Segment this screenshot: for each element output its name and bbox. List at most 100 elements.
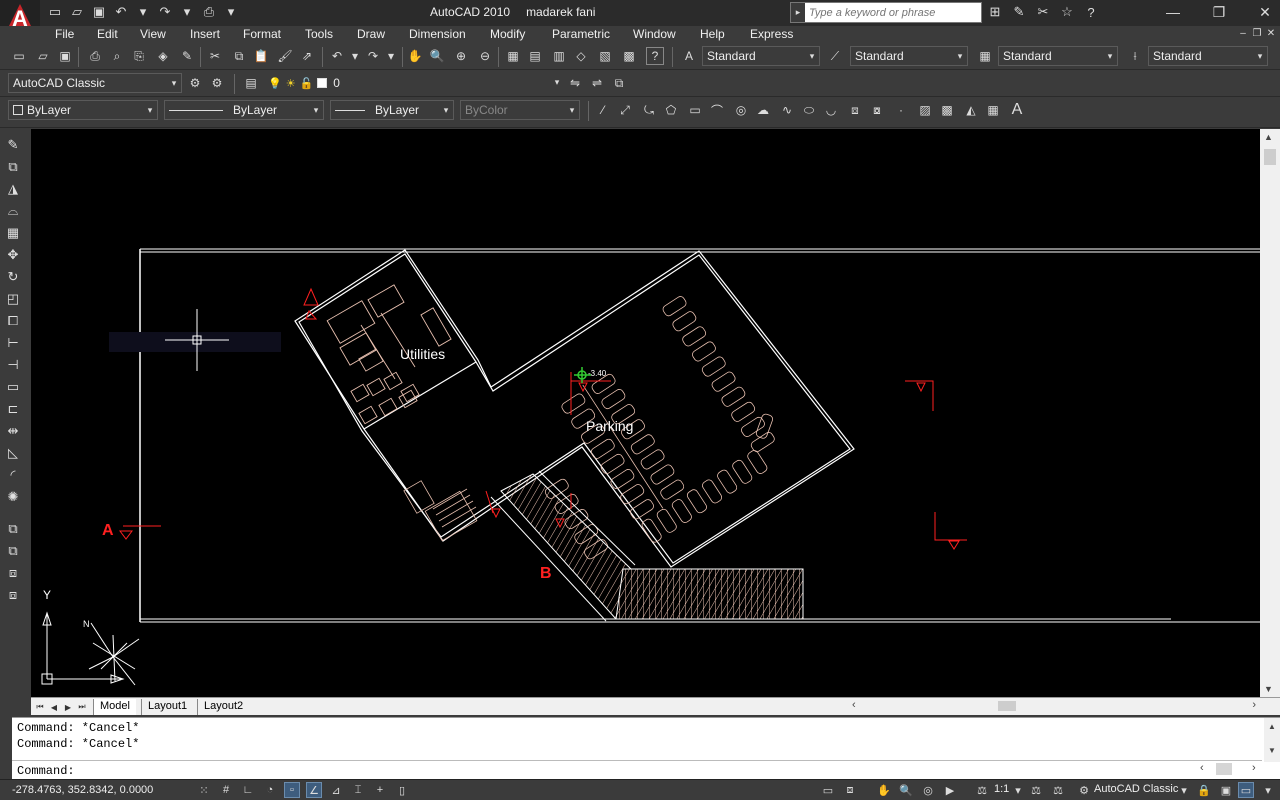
send-under-icon[interactable]: ⧈ bbox=[4, 586, 22, 604]
workspace-dropdown-icon[interactable]: ▾ bbox=[1176, 782, 1192, 798]
tab-layout1[interactable]: Layout1 bbox=[141, 699, 193, 715]
doc-close-icon[interactable]: ✕ bbox=[1266, 27, 1276, 39]
extend-icon[interactable]: ⊣ bbox=[4, 356, 22, 374]
steering-wheel-icon[interactable]: ◎ bbox=[920, 782, 936, 798]
region-icon[interactable]: ◭ bbox=[962, 101, 980, 119]
annotation-scale-value[interactable]: 1:1 bbox=[994, 783, 1009, 795]
rotate-icon[interactable]: ↻ bbox=[4, 268, 22, 286]
search-input[interactable] bbox=[805, 3, 981, 22]
scale-icon[interactable]: ◰ bbox=[4, 290, 22, 308]
scroll-up-icon[interactable]: ▲ bbox=[1264, 132, 1273, 142]
mirror-icon[interactable]: ◮ bbox=[4, 180, 22, 198]
save-icon[interactable]: ▣ bbox=[90, 3, 108, 21]
undo-icon[interactable]: ↶ bbox=[328, 47, 346, 65]
vertical-scrollbar[interactable]: ▲ ▼ bbox=[1260, 129, 1280, 697]
menu-edit[interactable]: Edit bbox=[97, 27, 118, 41]
zoom-window-icon[interactable]: ⊕ bbox=[452, 47, 470, 65]
binoculars-icon[interactable]: ⊞ bbox=[986, 3, 1004, 21]
undo-list-icon[interactable]: ▾ bbox=[346, 47, 364, 65]
menu-file[interactable]: File bbox=[55, 27, 74, 41]
ellipse-icon[interactable]: ⬭ bbox=[800, 101, 818, 119]
open-icon[interactable]: ▱ bbox=[34, 47, 52, 65]
erase-icon[interactable]: ✎ bbox=[4, 136, 22, 154]
search-expand-icon[interactable]: ▸ bbox=[791, 3, 805, 22]
new-file-icon[interactable]: ▭ bbox=[46, 3, 64, 21]
publish-icon[interactable]: ⎘ bbox=[130, 47, 148, 65]
gradient-icon[interactable]: ▩ bbox=[938, 101, 956, 119]
insert-block-icon[interactable]: ⧈ bbox=[846, 101, 864, 119]
lineweight-select[interactable]: ByLayer ▾ bbox=[330, 100, 454, 120]
break-at-point-icon[interactable]: ▭ bbox=[4, 378, 22, 396]
subscription-icon[interactable]: ✎ bbox=[1010, 3, 1028, 21]
menu-draw[interactable]: Draw bbox=[357, 27, 385, 41]
command-input[interactable] bbox=[88, 764, 1198, 778]
multileader-style-select[interactable]: Standard ▾ bbox=[1148, 46, 1268, 66]
horizontal-scrollbar[interactable]: ‹ › bbox=[848, 698, 1260, 714]
communication-icon[interactable]: ✂ bbox=[1034, 3, 1052, 21]
my-workspace-icon[interactable]: ⚙ bbox=[208, 74, 226, 92]
quick-properties-icon[interactable]: ▯ bbox=[394, 782, 410, 798]
help-icon[interactable]: ? bbox=[646, 47, 664, 65]
tool-palettes-icon[interactable]: ▥ bbox=[550, 47, 568, 65]
save-icon[interactable]: ▣ bbox=[56, 47, 74, 65]
snap-mode-icon[interactable]: ⁙ bbox=[196, 782, 212, 798]
circle-icon[interactable]: ◎ bbox=[732, 101, 750, 119]
command-vertical-scrollbar[interactable]: ▲ ▼ bbox=[1264, 718, 1280, 762]
pan-status-icon[interactable]: ✋ bbox=[876, 782, 892, 798]
annotation-scale-dropdown-icon[interactable]: ▾ bbox=[1010, 782, 1026, 798]
status-workspace-value[interactable]: AutoCAD Classic bbox=[1094, 783, 1178, 795]
make-block-icon[interactable]: ⧇ bbox=[868, 101, 886, 119]
cmd-hscroll-left-icon[interactable]: ‹ bbox=[1200, 762, 1204, 774]
tab-model[interactable]: Model bbox=[93, 699, 136, 715]
join-icon[interactable]: ⇹ bbox=[4, 422, 22, 440]
doc-minimize-icon[interactable]: – bbox=[1238, 27, 1248, 39]
polygon-icon[interactable]: ⬠ bbox=[662, 101, 680, 119]
annotation-visibility-icon[interactable]: ⚖ bbox=[1028, 782, 1044, 798]
zoom-previous-icon[interactable]: ⊖ bbox=[476, 47, 494, 65]
menu-format[interactable]: Format bbox=[243, 27, 281, 41]
line-icon[interactable]: ⁄ bbox=[594, 101, 612, 119]
object-snap-tracking-icon[interactable]: ∠ bbox=[306, 782, 322, 798]
menu-view[interactable]: View bbox=[140, 27, 166, 41]
fillet-icon[interactable]: ◜ bbox=[4, 466, 22, 484]
lineweight-icon[interactable]: + bbox=[372, 782, 388, 798]
zoom-status-icon[interactable]: 🔍 bbox=[898, 782, 914, 798]
layer-states-icon[interactable]: ⧉ bbox=[610, 74, 628, 92]
trim-icon[interactable]: ⊢ bbox=[4, 334, 22, 352]
status-menu-icon[interactable]: ▾ bbox=[1260, 782, 1276, 798]
markup-icon[interactable]: ▧ bbox=[596, 47, 614, 65]
coordinate-display[interactable]: -278.4763, 352.8342, 0.0000 bbox=[12, 784, 153, 796]
menu-dimension[interactable]: Dimension bbox=[409, 27, 466, 41]
workspace-switch-icon[interactable]: ⚙ bbox=[1076, 782, 1092, 798]
showmotion-icon[interactable]: ▶ bbox=[942, 782, 958, 798]
hardware-acceleration-icon[interactable]: ▣ bbox=[1218, 782, 1234, 798]
horizontal-scroll-thumb[interactable] bbox=[998, 701, 1016, 711]
properties-icon[interactable]: ▦ bbox=[504, 47, 522, 65]
auto-scale-icon[interactable]: ⚖ bbox=[1050, 782, 1066, 798]
menu-help[interactable]: Help bbox=[700, 27, 725, 41]
layer-previous-icon[interactable]: ⇌ bbox=[588, 74, 606, 92]
match-properties-icon[interactable]: 🖌 bbox=[276, 47, 294, 65]
cmd-scroll-up-icon[interactable]: ▲ bbox=[1268, 722, 1276, 731]
revision-cloud-icon[interactable]: ☁ bbox=[754, 101, 772, 119]
draw-order-front-icon[interactable]: ⧉ bbox=[4, 520, 22, 538]
text-style-icon[interactable]: A bbox=[680, 47, 698, 65]
cmd-scroll-down-icon[interactable]: ▼ bbox=[1268, 746, 1276, 755]
arc-icon[interactable]: ⌒ bbox=[708, 101, 726, 119]
stretch-icon[interactable]: ⧠ bbox=[4, 312, 22, 330]
undo-icon[interactable]: ↶ bbox=[112, 3, 130, 21]
break-icon[interactable]: ⊏ bbox=[4, 400, 22, 418]
clean-screen-icon[interactable]: ▭ bbox=[1238, 782, 1254, 798]
bring-above-icon[interactable]: ⧈ bbox=[4, 564, 22, 582]
toolbar-lock-icon[interactable]: 🔒 bbox=[1196, 782, 1212, 798]
tab-layout2[interactable]: Layout2 bbox=[197, 699, 249, 715]
multileader-style-icon[interactable]: ⟊ bbox=[1126, 47, 1144, 65]
allow-ucs-icon[interactable]: ⊿ bbox=[328, 782, 344, 798]
zoom-realtime-icon[interactable]: 🔍 bbox=[428, 47, 446, 65]
linetype-select[interactable]: ByLayer ▾ bbox=[164, 100, 324, 120]
design-center-icon[interactable]: ▤ bbox=[526, 47, 544, 65]
vertical-scroll-thumb[interactable] bbox=[1264, 149, 1276, 165]
grid-display-icon[interactable]: # bbox=[218, 782, 234, 798]
first-tab-icon[interactable]: ⏮ bbox=[35, 701, 45, 713]
redo-icon[interactable]: ↷ bbox=[364, 47, 382, 65]
